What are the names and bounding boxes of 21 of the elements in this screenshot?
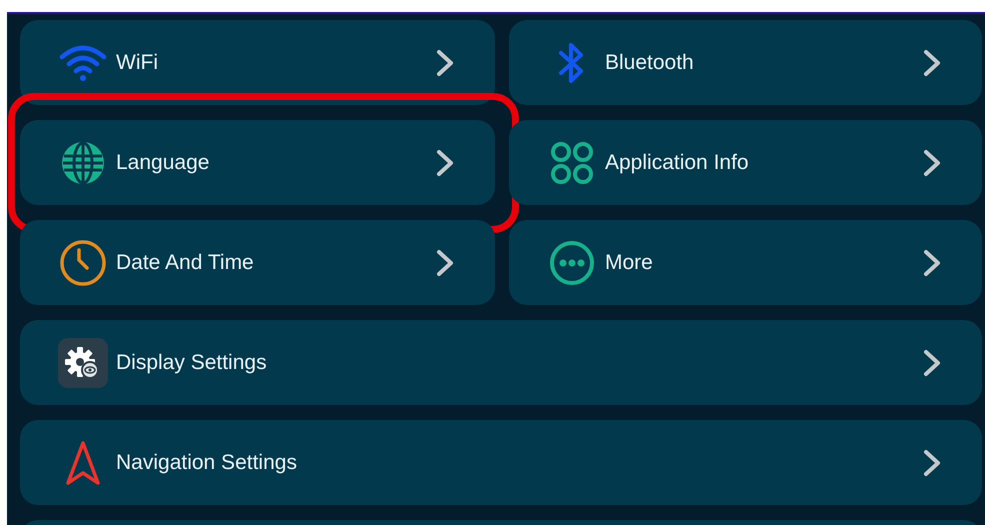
settings-item[interactable]: Date And Time (20, 220, 495, 305)
chevron-right-icon (922, 348, 942, 378)
chevron-right-icon (435, 148, 455, 178)
settings-item[interactable]: Display Settings (20, 320, 982, 405)
settings-item[interactable]: Bluetooth (509, 20, 982, 105)
chevron-right-icon (435, 48, 455, 78)
settings-item[interactable]: Application Info (509, 120, 982, 205)
four-circles-icon (550, 140, 594, 184)
chevron-right-icon (922, 48, 942, 78)
settings-item[interactable]: Navigation Settings (20, 420, 982, 505)
gear-icon (58, 338, 108, 388)
wifi-icon (59, 44, 107, 80)
chevron-right-icon (922, 148, 942, 178)
settings-item[interactable]: WiFi (20, 20, 495, 105)
settings-item[interactable]: Language (20, 120, 495, 205)
settings-item[interactable]: More (509, 220, 982, 305)
more-icon (549, 240, 595, 286)
chevron-right-icon (435, 248, 455, 278)
chevron-right-icon (922, 248, 942, 278)
chevron-right-icon (922, 448, 942, 478)
clock-icon (59, 238, 107, 286)
